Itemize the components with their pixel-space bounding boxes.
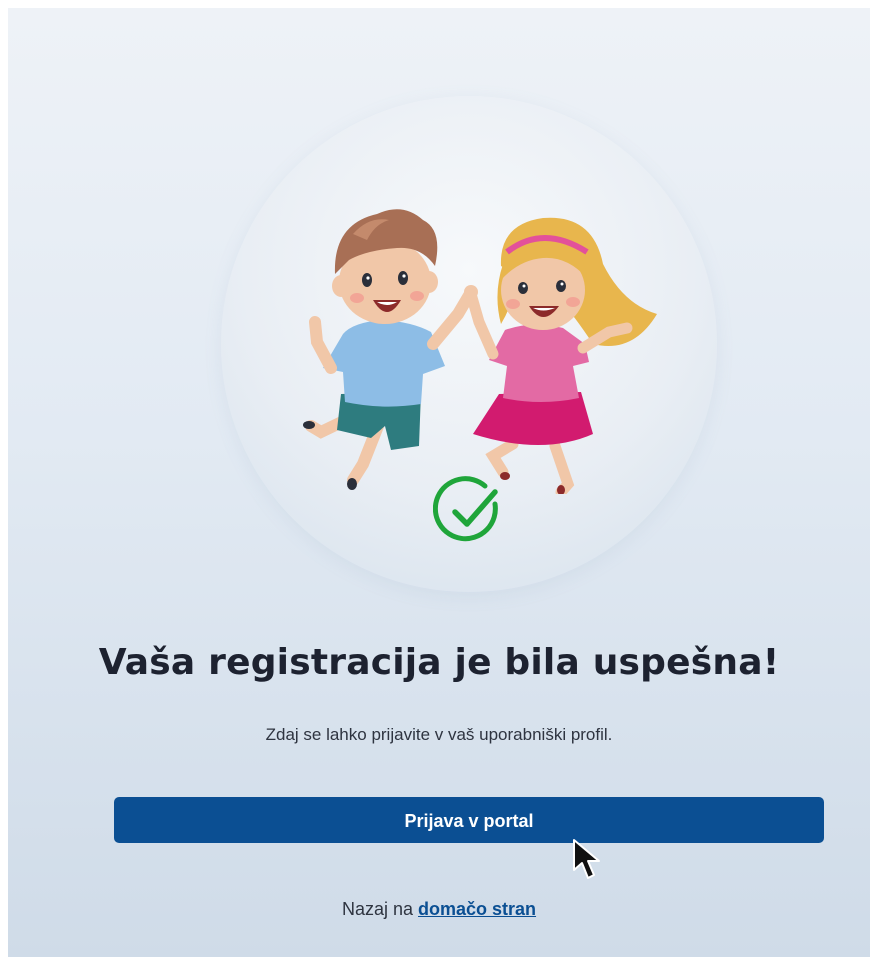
girl-figure (464, 217, 657, 494)
login-portal-button[interactable]: Prijava v portal (114, 797, 824, 843)
page-subtitle: Zdaj se lahko prijavite v vaš uporabnišk… (265, 725, 613, 744)
page-title: Vaša registracija je bila uspešna! (98, 642, 780, 683)
boy-figure (303, 209, 477, 490)
mouse-pointer-icon (573, 839, 600, 879)
registration-success-page: Vaša registracija je bila uspešna! Zdaj … (8, 8, 870, 957)
back-prefix: Nazaj na (341, 899, 413, 919)
back-home-row: Nazaj na domačo stran (8, 899, 870, 920)
home-page-link[interactable]: domačo stran (418, 899, 536, 919)
check-circle-icon (433, 476, 498, 542)
jumping-kids-illustration (303, 209, 657, 494)
